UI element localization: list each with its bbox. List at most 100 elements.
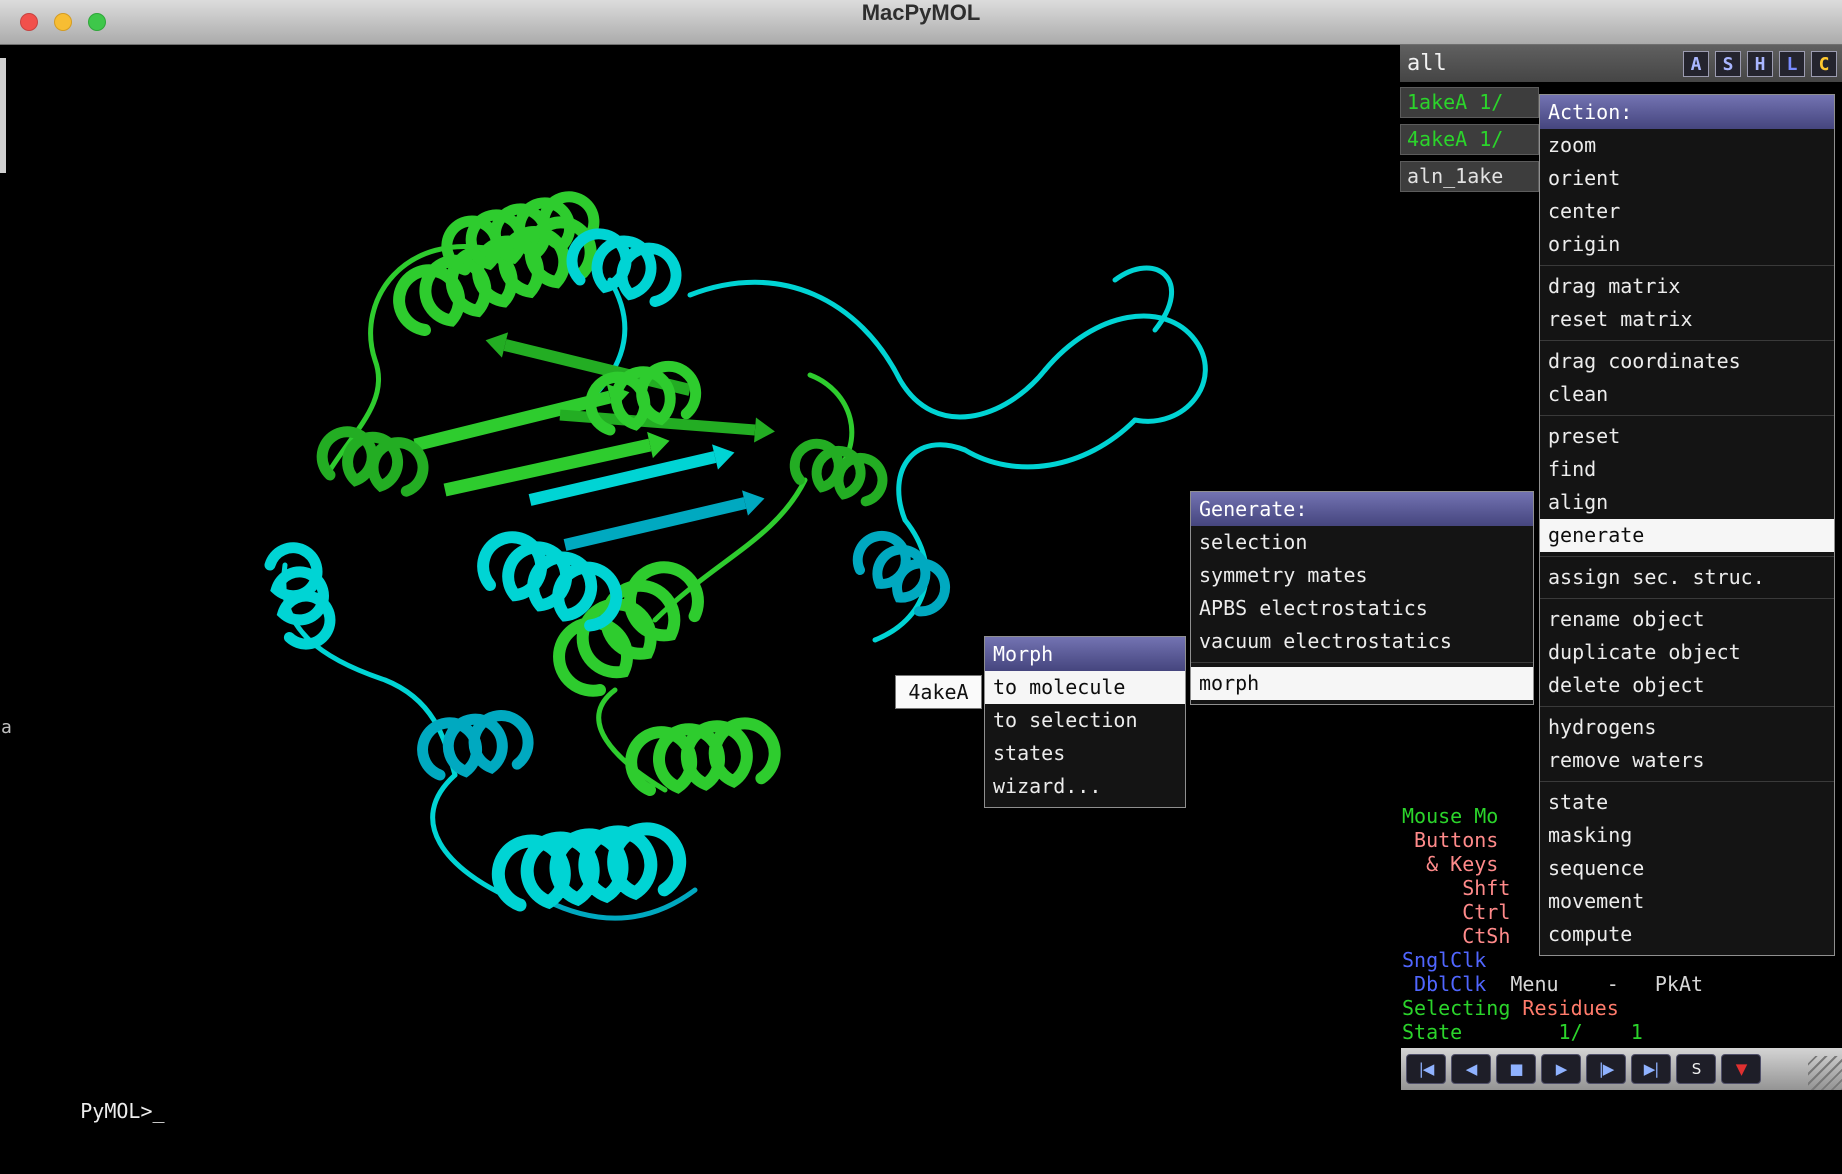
menu-item-center[interactable]: center [1540, 195, 1834, 228]
mouse-panel-text: CtSh [1402, 924, 1510, 948]
menu-title-morph: Morph [985, 637, 1185, 671]
menu-item-to-molecule[interactable]: to molecule [985, 671, 1185, 704]
header-button-l[interactable]: L [1779, 51, 1805, 77]
menu-item-to-selection[interactable]: to selection [985, 704, 1185, 737]
menu-item-states[interactable]: states [985, 737, 1185, 770]
header-button-h[interactable]: H [1747, 51, 1773, 77]
menu-separator [1540, 702, 1834, 711]
menu-item-rename-object[interactable]: rename object [1540, 603, 1834, 636]
ribbon-loop [899, 420, 1135, 520]
mouse-panel-text: Menu - PkAt [1486, 972, 1703, 996]
ribbon-helix [419, 712, 531, 777]
menu-separator [1540, 552, 1834, 561]
menu-item-wizard[interactable]: wizard... [985, 770, 1185, 803]
menu-item-origin[interactable]: origin [1540, 228, 1834, 261]
ribbon-loop [1045, 316, 1205, 421]
command-line[interactable]: PyMOL>_ [0, 1048, 1400, 1090]
generate-menu: Generate:selectionsymmetry matesAPBS ele… [1190, 491, 1534, 705]
menu-item-zoom[interactable]: zoom [1540, 129, 1834, 162]
ribbon-sheet-arrowhead [712, 444, 734, 469]
mouse-panel-text: DblClk [1402, 972, 1486, 996]
menu-item-hydrogens[interactable]: hydrogens [1540, 711, 1834, 744]
ribbon-loop [690, 282, 1045, 417]
menu-item-orient[interactable]: orient [1540, 162, 1834, 195]
mouse-panel-text: Mouse Mo [1402, 804, 1498, 828]
ribbon-helix [476, 529, 625, 632]
menu-item-vacuum-electrostatics[interactable]: vacuum electrostatics [1191, 625, 1533, 658]
menu-title-generate: Generate: [1191, 492, 1533, 526]
object-row-4akea[interactable]: 4akeA 1/ [1400, 124, 1539, 155]
menu-item-reset-matrix[interactable]: reset matrix [1540, 303, 1834, 336]
play-button[interactable]: ▶ [1541, 1054, 1581, 1084]
resize-grip[interactable] [1808, 1056, 1842, 1090]
mouse-panel-text: Residues [1522, 996, 1618, 1020]
fast-forward-button[interactable]: ▶| [1631, 1054, 1671, 1084]
menu-item-align[interactable]: align [1540, 486, 1834, 519]
menu-separator [1191, 658, 1533, 667]
bottom-bar: PyMOL>_ |◀◀■▶|▶▶|S▼ [0, 1048, 1842, 1090]
menu-separator [1540, 261, 1834, 270]
rewind-button[interactable]: |◀ [1406, 1054, 1446, 1084]
morph-menu: Morphto moleculeto selectionstateswizard… [984, 636, 1186, 808]
menu-item-preset[interactable]: preset [1540, 420, 1834, 453]
mouse-panel-line: State 1/ 1 [1402, 1020, 1703, 1044]
ribbon-sheet-arrowhead [486, 332, 509, 357]
mouse-panel-line: DblClk Menu - PkAt [1402, 972, 1703, 996]
scene-button[interactable]: S [1676, 1054, 1716, 1084]
menu-item-state[interactable]: state [1540, 786, 1834, 819]
sidebar-all-label[interactable]: all [1400, 51, 1683, 76]
menu-item-drag-coordinates[interactable]: drag coordinates [1540, 345, 1834, 378]
mouse-panel-text: & Keys [1402, 852, 1498, 876]
playback-controls: |◀◀■▶|▶▶|S▼ [1400, 1048, 1842, 1090]
mouse-panel-text: Selecting [1402, 996, 1522, 1020]
menu-item-clean[interactable]: clean [1540, 378, 1834, 411]
menu-item-compute[interactable]: compute [1540, 918, 1834, 951]
menu-item-delete-object[interactable]: delete object [1540, 669, 1834, 702]
viewport-area: a all ASHLC 1akeA 1/4akeA 1/aln_1ake Mou… [0, 45, 1842, 1048]
ribbon-helix [790, 438, 888, 505]
menu-title-action: Action: [1540, 95, 1834, 129]
menu-item-symmetry-mates[interactable]: symmetry mates [1191, 559, 1533, 592]
step-back-button[interactable]: ◀ [1451, 1054, 1491, 1084]
command-prompt: PyMOL>_ [80, 1099, 164, 1123]
header-button-a[interactable]: A [1683, 51, 1709, 77]
menu-item-masking[interactable]: masking [1540, 819, 1834, 852]
menu-item-movement[interactable]: movement [1540, 885, 1834, 918]
menu-item-assign-sec-struc[interactable]: assign sec. struc. [1540, 561, 1834, 594]
ribbon-helix [495, 826, 683, 907]
menu-item-morph[interactable]: morph [1191, 667, 1533, 700]
object-row-1akea[interactable]: 1akeA 1/ [1400, 87, 1539, 118]
stop-button[interactable]: ■ [1496, 1054, 1536, 1084]
menu-item-remove-waters[interactable]: remove waters [1540, 744, 1834, 777]
sidebar-header: all ASHLC [1400, 45, 1842, 82]
background-window-text: a [1, 717, 12, 738]
movie-menu-button[interactable]: ▼ [1721, 1054, 1761, 1084]
menu-item-find[interactable]: find [1540, 453, 1834, 486]
background-window-edge [0, 58, 6, 173]
sidebar-header-buttons: ASHLC [1683, 51, 1842, 77]
header-button-s[interactable]: S [1715, 51, 1741, 77]
menu-item-drag-matrix[interactable]: drag matrix [1540, 270, 1834, 303]
action-menu: Action:zoomorientcenterorigin drag matrix… [1539, 94, 1835, 956]
mouse-panel-text: State 1/ 1 [1402, 1020, 1643, 1044]
ribbon-helix [850, 526, 954, 618]
menu-item-apbs-electrostatics[interactable]: APBS electrostatics [1191, 592, 1533, 625]
menu-item-selection[interactable]: selection [1191, 526, 1533, 559]
step-forward-button[interactable]: |▶ [1586, 1054, 1626, 1084]
menu-item-sequence[interactable]: sequence [1540, 852, 1834, 885]
titlebar: MacPyMOL [0, 0, 1842, 45]
menu-separator [1540, 336, 1834, 345]
mouse-panel-text: Ctrl [1402, 900, 1510, 924]
ribbon-sheet-arrowhead [742, 490, 764, 515]
menu-item-duplicate-object[interactable]: duplicate object [1540, 636, 1834, 669]
object-tag: 4akeA [895, 675, 982, 709]
menu-separator [1540, 594, 1834, 603]
object-row-aln-1ake[interactable]: aln_1ake [1400, 161, 1539, 192]
ribbon-sheet-arrowhead [647, 432, 669, 458]
header-button-c[interactable]: C [1811, 51, 1837, 77]
mouse-panel-text: SnglClk [1402, 948, 1486, 972]
menu-item-generate[interactable]: generate [1540, 519, 1834, 552]
mouse-panel-text: Shft [1402, 876, 1510, 900]
window-title: MacPyMOL [0, 0, 1842, 26]
ribbon-sheet [565, 503, 745, 545]
